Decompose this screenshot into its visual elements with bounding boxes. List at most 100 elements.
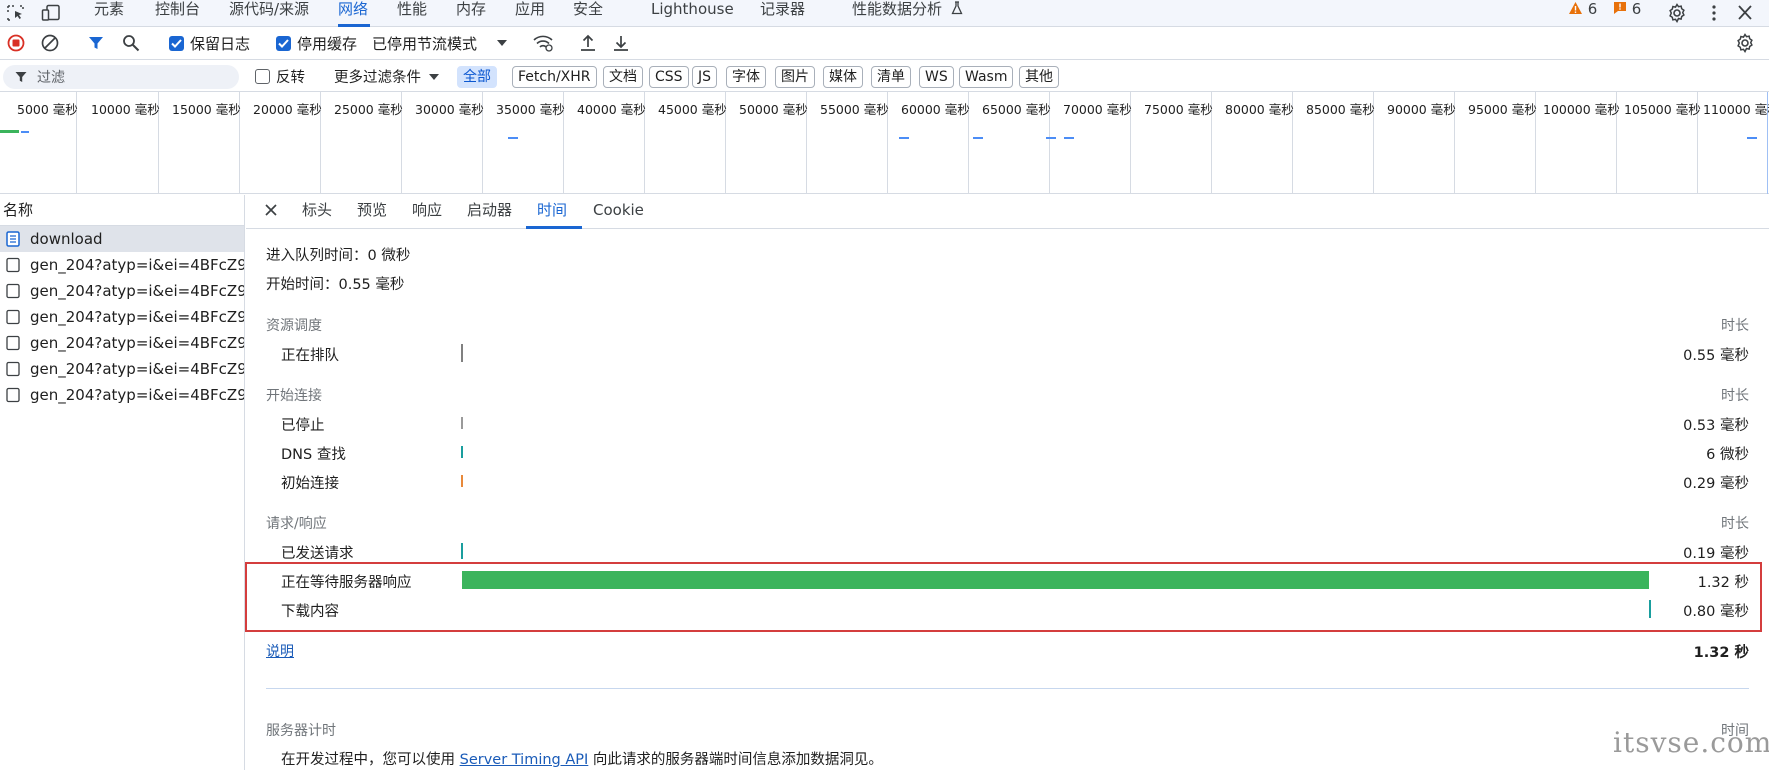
filter-chip-ws[interactable]: WS [919, 66, 954, 88]
filter-chip-fetch-xhr[interactable]: Fetch/XHR [512, 66, 597, 88]
clear-icon[interactable] [41, 27, 59, 59]
timeline-tick-label: 90000 毫秒 [1387, 102, 1456, 117]
import-har-icon[interactable] [579, 27, 597, 59]
filter-chip-css[interactable]: CSS [649, 66, 689, 88]
name-column-header[interactable]: 名称 [0, 195, 244, 226]
throttling-value: 已停用节流模式 [372, 34, 478, 53]
request-row[interactable]: gen_204?atyp=i&ei=4BFcZ9... [0, 356, 244, 382]
tab-preview[interactable]: 预览 [357, 195, 387, 228]
more-options-icon[interactable] [1704, 4, 1724, 22]
blank-file-icon [6, 361, 20, 377]
request-name: gen_204?atyp=i&ei=4BFcZ9... [30, 282, 244, 300]
request-row[interactable]: gen_204?atyp=i&ei=4BFcZ9... [0, 304, 244, 330]
timeline-tick-label: 100000 毫秒 [1543, 102, 1620, 117]
phase-bar-initial-connection [461, 475, 463, 487]
overview-request-bar [1064, 137, 1074, 139]
more-filters-dropdown[interactable]: 更多过滤条件 [334, 61, 439, 92]
blank-file-icon [6, 335, 20, 351]
filter-funnel-icon[interactable] [88, 27, 104, 59]
request-row[interactable]: gen_204?atyp=i&ei=4BFcZ9... [0, 278, 244, 304]
filter-chip-js[interactable]: JS [692, 66, 718, 88]
export-har-icon[interactable] [612, 27, 630, 59]
tab-response[interactable]: 响应 [412, 195, 442, 228]
throttling-select[interactable]: 已停用节流模式 [372, 27, 508, 59]
inspect-element-icon[interactable] [6, 4, 26, 22]
request-row[interactable]: gen_204?atyp=i&ei=4BFcZ9... [0, 382, 244, 408]
filter-input[interactable]: 过滤 [3, 65, 239, 89]
tab-memory[interactable]: 内存 [456, 0, 486, 26]
section-divider [266, 688, 1749, 689]
tab-timing[interactable]: 时间 [537, 195, 567, 228]
disable-cache-checkbox[interactable]: 停用缓存 [276, 27, 357, 59]
warning-icon [1569, 2, 1582, 14]
tab-performance-insights[interactable]: 性能数据分析 [852, 0, 963, 26]
tab-headers[interactable]: 标头 [302, 195, 332, 228]
highlight-annotation-box [245, 562, 1762, 632]
duration-header: 时长 [1721, 318, 1749, 334]
tab-performance[interactable]: 性能 [397, 0, 427, 26]
tab-cookies[interactable]: Cookie [593, 195, 644, 228]
section-title-server-timing: 服务器计时 [266, 723, 336, 739]
filter-chip-all[interactable]: 全部 [457, 66, 497, 88]
tab-network[interactable]: 网络 [338, 0, 368, 26]
explanation-link[interactable]: 说明 [266, 641, 294, 661]
blank-file-icon [6, 283, 20, 299]
checkbox-checked-icon [169, 35, 184, 51]
timeline-tick-label: 110000 毫秒 [1703, 102, 1769, 117]
filter-funnel-icon [15, 72, 27, 82]
invert-checkbox[interactable]: 反转 [255, 61, 305, 92]
filter-chip-other[interactable]: 其他 [1019, 66, 1059, 88]
tab-security[interactable]: 安全 [573, 0, 603, 26]
warnings-counter[interactable]: 6 [1568, 0, 1597, 24]
filter-chip-img[interactable]: 图片 [775, 66, 815, 88]
network-overview-timeline[interactable]: 5000 毫秒 10000 毫秒 15000 毫秒 20000 毫秒 25000… [0, 92, 1769, 194]
phase-label-stalled: 已停止 [281, 418, 325, 434]
devtools-main-tabbar: 元素 控制台 源代码/来源 网络 性能 内存 应用 安全 Lighthouse … [0, 0, 1769, 27]
phase-bar-stalled [461, 417, 463, 429]
blank-file-icon [6, 387, 20, 403]
queued-at: 进入队列时间：0 微秒 [266, 248, 411, 264]
tab-initiator[interactable]: 启动器 [467, 195, 512, 228]
issues-counter[interactable]: 6 [1613, 0, 1641, 24]
filter-chip-font[interactable]: 字体 [726, 66, 766, 88]
timing-panel: 进入队列时间：0 微秒 开始时间：0.55 毫秒 资源调度 时长 正在排队 0.… [246, 230, 1769, 770]
tab-console[interactable]: 控制台 [155, 0, 200, 26]
device-toolbar-icon[interactable] [41, 4, 61, 22]
network-conditions-icon[interactable] [532, 27, 554, 59]
phase-label-initial-connection: 初始连接 [281, 476, 339, 492]
server-timing-desc-before: 在开发过程中，您可以使用 [281, 752, 460, 768]
tab-elements[interactable]: 元素 [94, 0, 124, 26]
timeline-tick-label: 55000 毫秒 [820, 102, 889, 117]
request-name: gen_204?atyp=i&ei=4BFcZ9... [30, 360, 244, 378]
request-row[interactable]: download [0, 226, 244, 252]
close-detail-icon[interactable] [264, 195, 278, 228]
tab-sources[interactable]: 源代码/来源 [229, 0, 309, 26]
settings-gear-icon[interactable] [1667, 3, 1687, 23]
preserve-log-checkbox[interactable]: 保留日志 [169, 27, 250, 59]
request-row[interactable]: gen_204?atyp=i&ei=4BFcZ9... [0, 252, 244, 278]
phase-value-request-sent: 0.19 毫秒 [1683, 546, 1749, 562]
tab-application[interactable]: 应用 [515, 0, 545, 26]
close-devtools-icon[interactable] [1735, 4, 1755, 22]
tab-performance-insights-label: 性能数据分析 [852, 0, 943, 18]
request-name: gen_204?atyp=i&ei=4BFcZ9... [30, 308, 244, 326]
server-timing-desc-after: 向此请求的服务器端时间信息添加数据洞见。 [588, 752, 883, 768]
filter-chip-wasm[interactable]: Wasm [959, 66, 1014, 88]
filter-placeholder: 过滤 [37, 70, 65, 86]
timeline-tick-label: 40000 毫秒 [577, 102, 646, 117]
request-row[interactable]: gen_204?atyp=i&ei=4BFcZ9... [0, 330, 244, 356]
filter-chip-doc[interactable]: 文档 [603, 66, 643, 88]
filter-chip-manifest[interactable]: 清单 [871, 66, 911, 88]
server-timing-api-link[interactable]: Server Timing API [460, 752, 589, 768]
stop-recording-icon[interactable] [7, 27, 25, 59]
search-icon[interactable] [122, 27, 140, 59]
tab-lighthouse[interactable]: Lighthouse [651, 0, 734, 26]
timeline-tick-label: 85000 毫秒 [1306, 102, 1375, 117]
total-duration: 1.32 秒 [1693, 645, 1749, 661]
tab-recorder[interactable]: 记录器 [760, 0, 805, 26]
timeline-tick-label: 105000 毫秒 [1624, 102, 1701, 117]
request-name: gen_204?atyp=i&ei=4BFcZ9... [30, 386, 244, 404]
filter-chip-media[interactable]: 媒体 [823, 66, 863, 88]
more-filters-label: 更多过滤条件 [334, 70, 421, 86]
network-settings-gear-icon[interactable] [1735, 27, 1755, 59]
